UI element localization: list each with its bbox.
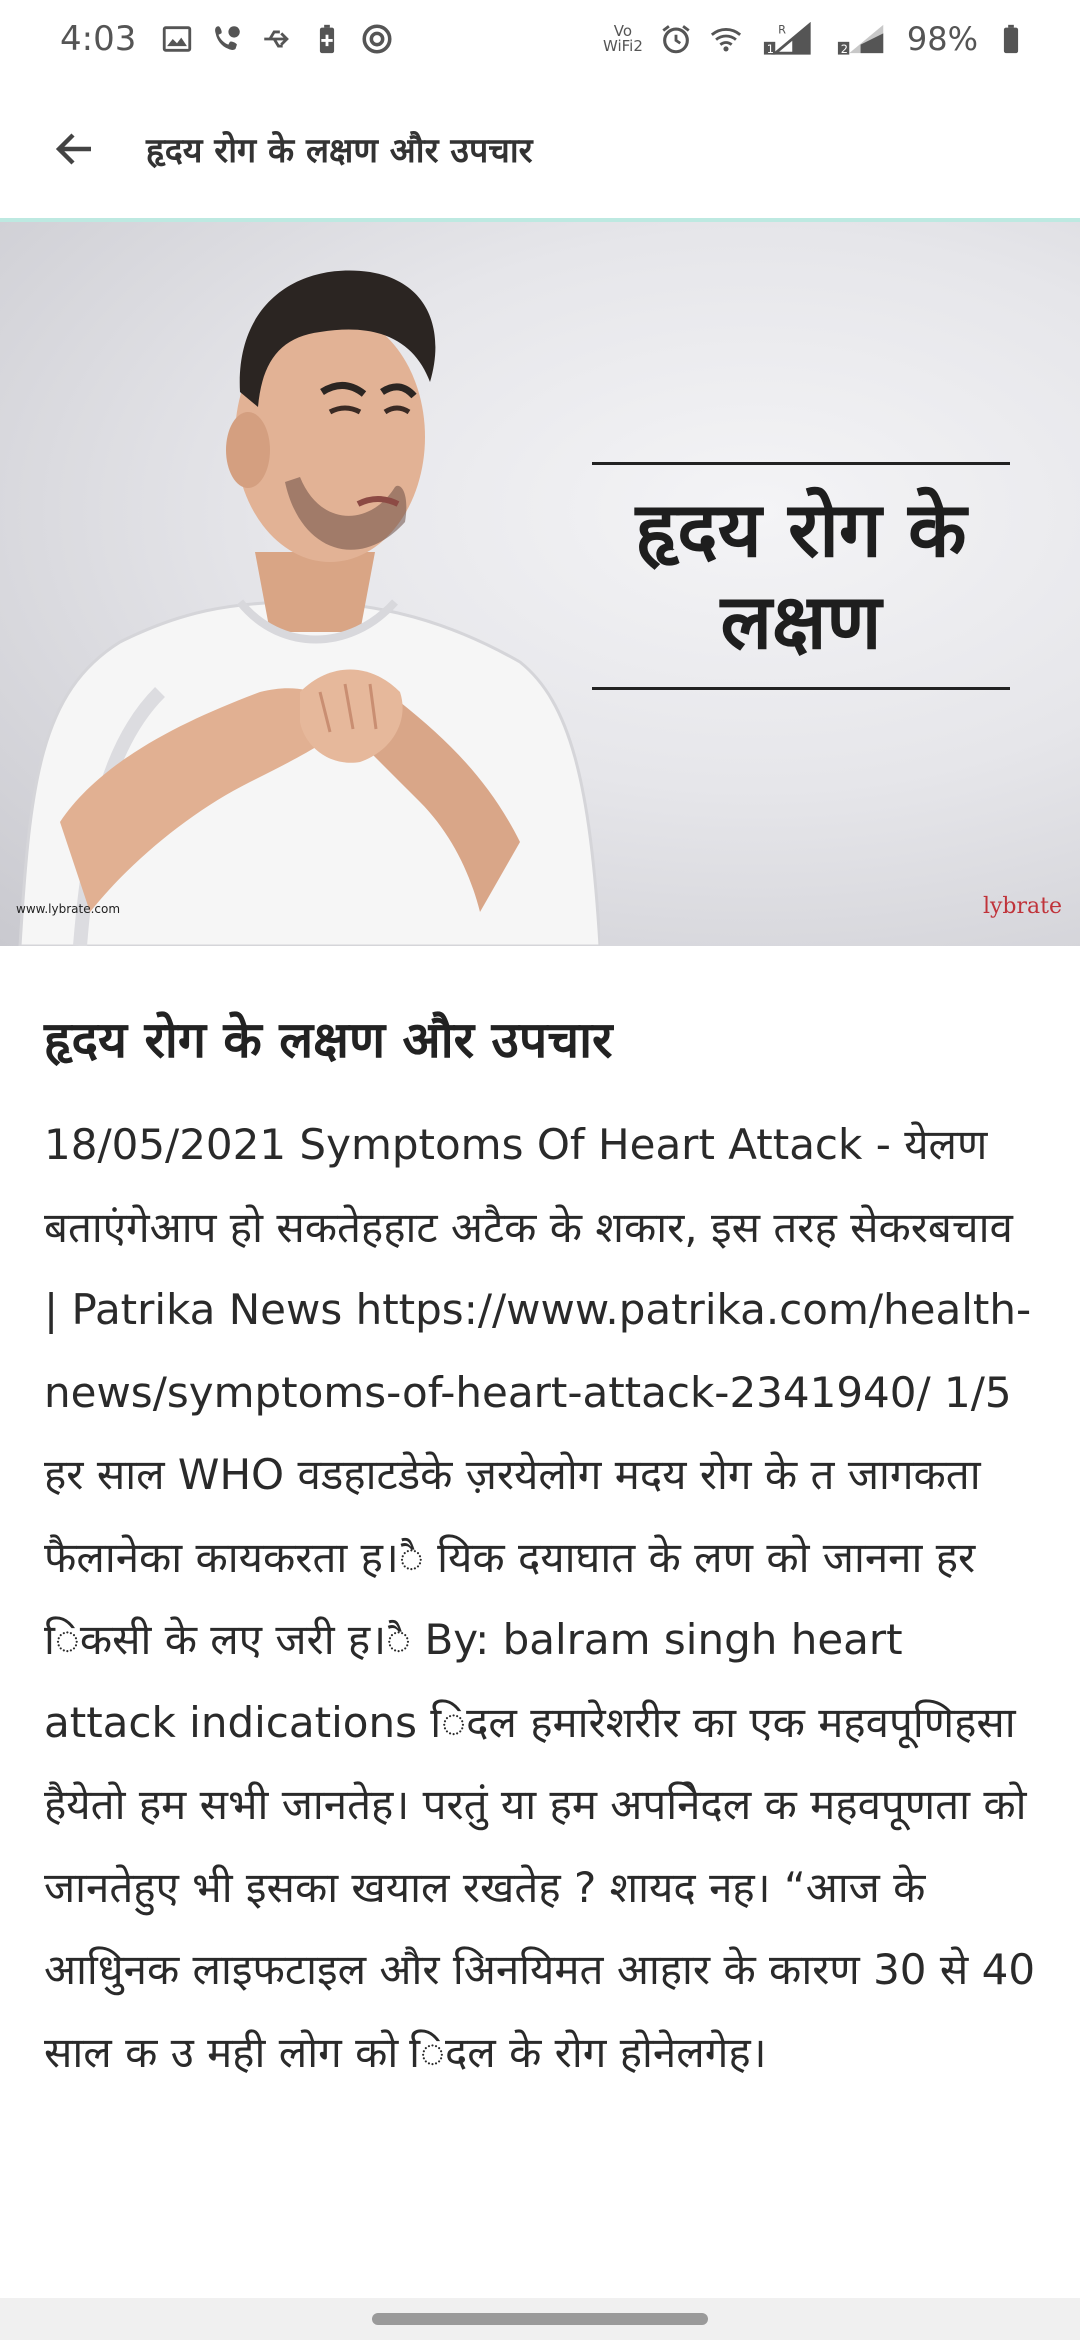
article-body: 18/05/2021 Symptoms Of Heart Attack - ये… <box>44 1120 1036 2077</box>
hero-brand-logo: lybrate <box>982 894 1062 919</box>
status-bar: 4:03 Vo WiFi2 1R 2 98% <box>0 0 1080 78</box>
image-icon <box>163 26 192 52</box>
wifi-icon <box>710 28 741 52</box>
signal-sim2-icon: 2 <box>837 24 884 56</box>
hero-site-watermark: www.lybrate.com <box>16 902 121 916</box>
man-chest-pain-illustration <box>18 270 600 946</box>
data-saver-icon <box>362 24 392 54</box>
article-title: हृदय रोग के लक्षण और उपचार <box>44 1011 613 1069</box>
usb-icon <box>264 30 290 48</box>
app-bar-title: हृदय रोग के लक्षण और उपचार <box>146 131 533 171</box>
vowifi-bottom: WiFi2 <box>602 37 643 55</box>
battery-icon <box>1003 24 1019 54</box>
battery-saver-icon <box>320 24 335 54</box>
alarm-icon <box>662 25 690 54</box>
signal-sim1-icon: 1R <box>763 22 811 56</box>
back-button[interactable] <box>0 78 150 220</box>
svg-text:2: 2 <box>841 42 848 56</box>
hero-image: हृदय रोग के लक्षण www.lybrate.com lybrat… <box>0 222 1080 946</box>
status-left: 4:03 <box>60 19 394 59</box>
svg-text:1: 1 <box>767 42 774 56</box>
phone-chat-icon <box>215 26 241 50</box>
hero-overlay-box: हृदय रोग के लक्षण <box>592 462 1010 690</box>
status-right: Vo WiFi2 1R 2 98% <box>603 20 1028 58</box>
battery-percent: 98% <box>906 20 978 58</box>
home-gesture-handle[interactable] <box>372 2313 708 2325</box>
status-time: 4:03 <box>60 19 137 59</box>
arrow-left-icon <box>55 133 91 165</box>
vowifi-icon: Vo WiFi2 <box>603 24 643 54</box>
article: हृदय रोग के लक्षण और उपचार 18/05/2021 Sy… <box>0 946 1080 2294</box>
hero-overlay-text: हृदय रोग के लक्षण <box>635 485 967 666</box>
app-bar: हृदय रोग के लक्षण और उपचार <box>0 78 1080 220</box>
svg-text:R: R <box>778 22 786 36</box>
